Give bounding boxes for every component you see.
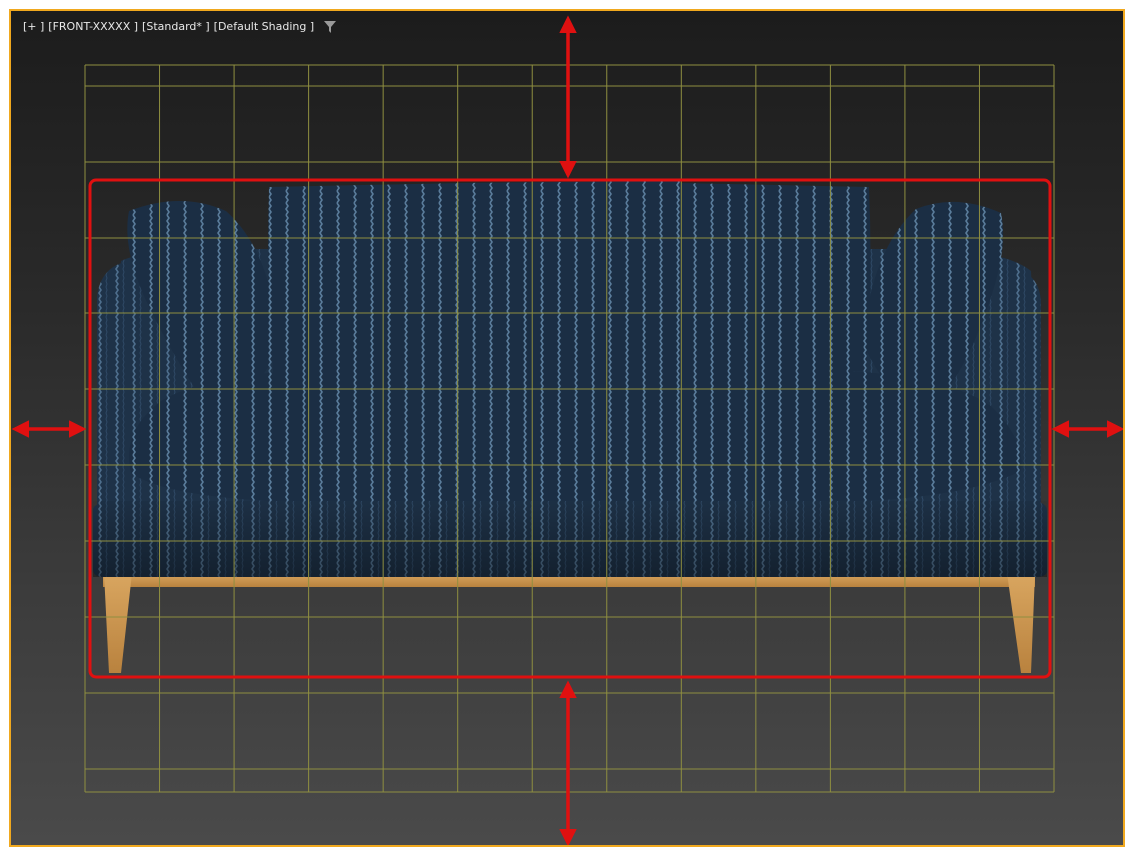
back-cushion-center xyxy=(459,181,683,371)
viewport-label-bar: [+ ] [FRONT-XXXXX ] [Standard* ] [Defaul… xyxy=(23,20,337,33)
back-cushion-right xyxy=(679,183,871,371)
viewport-preset-menu[interactable]: [Standard* ] xyxy=(142,20,210,33)
filter-funnel-icon[interactable] xyxy=(324,20,337,33)
viewport-shading-menu[interactable]: [Default Shading ] xyxy=(214,20,314,33)
viewport-scene xyxy=(11,15,1123,845)
back-cushion-left xyxy=(268,183,465,373)
sofa-leg-right xyxy=(1007,573,1035,673)
sofa-model[interactable] xyxy=(93,181,1047,673)
viewport-plus-menu[interactable]: [+ ] xyxy=(23,20,44,33)
viewport-view-menu[interactable]: [FRONT-XXXXX ] xyxy=(48,20,138,33)
sofa-leg-left xyxy=(104,573,132,673)
front-viewport[interactable]: [+ ] [FRONT-XXXXX ] [Standard* ] [Defaul… xyxy=(9,9,1125,847)
